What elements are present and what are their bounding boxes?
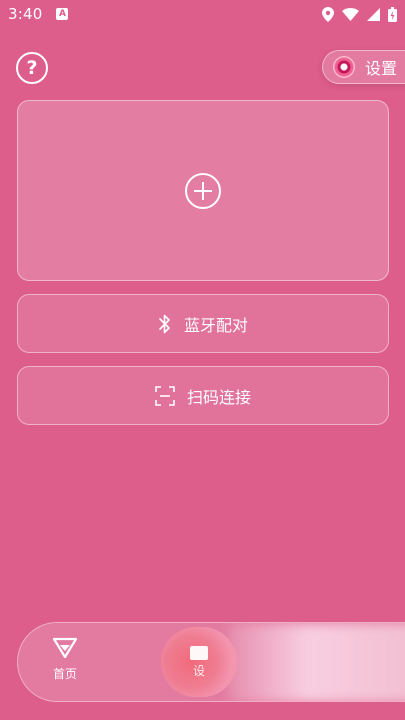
- signal-icon: [367, 7, 380, 21]
- nav-device-label: 设: [192, 663, 205, 678]
- bottom-nav: 首页 设: [17, 622, 405, 702]
- bluetooth-icon: [159, 314, 170, 333]
- bluetooth-pair-button[interactable]: 蓝牙配对: [17, 294, 389, 353]
- status-bar: 3:40 A: [0, 0, 405, 28]
- plus-circle-icon: [185, 172, 221, 209]
- settings-button[interactable]: 设置: [322, 50, 405, 84]
- battery-icon: [388, 6, 397, 22]
- status-icons: [322, 6, 397, 22]
- settings-label: 设置: [365, 59, 398, 78]
- scan-connect-button[interactable]: 扫码连接: [17, 366, 389, 425]
- add-device-card[interactable]: [17, 100, 389, 281]
- help-icon: ?: [26, 56, 38, 79]
- scan-icon: [155, 385, 175, 406]
- nav-item-device[interactable]: 设: [161, 627, 237, 697]
- help-button[interactable]: ?: [16, 52, 48, 84]
- nav-highlight: [228, 623, 405, 701]
- scan-connect-label: 扫码连接: [186, 387, 251, 407]
- settings-flower-icon: [333, 56, 355, 78]
- nav-item-home[interactable]: 首页: [40, 637, 90, 693]
- location-icon: [322, 6, 334, 22]
- wifi-icon: [342, 7, 359, 21]
- device-icon: [190, 645, 208, 660]
- nav-home-label: 首页: [52, 667, 77, 681]
- status-time: 3:40: [8, 5, 43, 23]
- home-logo-icon: [52, 637, 78, 659]
- bluetooth-pair-label: 蓝牙配对: [183, 315, 248, 335]
- notification-a-icon: A: [56, 8, 69, 20]
